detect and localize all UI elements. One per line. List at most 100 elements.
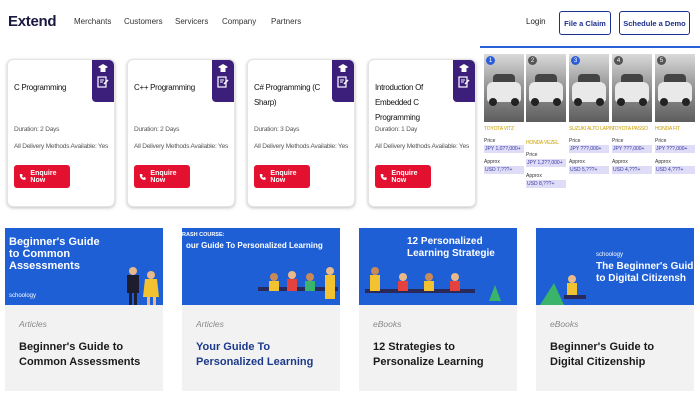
enquire-now-button[interactable]: Enquire Now xyxy=(254,165,310,188)
article-title[interactable]: 12 Strategies to Personalize Learning xyxy=(373,340,513,370)
schoology-logo: schoology xyxy=(596,252,624,258)
car-price-label: Price xyxy=(655,138,667,144)
article-thumbnail[interactable]: schoology The Beginner's Guid to Digital… xyxy=(536,228,694,305)
article-title[interactable]: Beginner's Guide to Digital Citizenship xyxy=(550,340,690,370)
enquire-now-label: Enquire Now xyxy=(150,169,177,184)
course-duration: Duration: 2 Days xyxy=(14,126,60,133)
car-name[interactable]: HONDA VEZEL xyxy=(526,140,566,146)
car-price-label: Price xyxy=(526,152,538,158)
course-duration: Duration: 2 Days xyxy=(134,126,180,133)
car-approx-label: Approx xyxy=(655,159,671,165)
students-illustration xyxy=(258,267,338,299)
car-listing[interactable]: 2 HONDA VEZEL Price JPY 1,2??,000+ Appro… xyxy=(526,54,566,188)
classroom-illustration xyxy=(365,267,501,301)
phone-icon xyxy=(259,173,266,180)
car-listing[interactable]: 1 TOYOTA VITZ Price JPY 1,0??,000+ Appro… xyxy=(484,54,524,174)
car-rank-badge: 2 xyxy=(528,56,537,65)
course-delivery: All Delivery Methods Available: Yes xyxy=(134,143,229,150)
car-price: JPY ???,000+ xyxy=(612,145,652,153)
car-approx-label: Approx xyxy=(484,159,500,165)
certificate-icon xyxy=(217,76,229,88)
course-duration: Duration: 3 Days xyxy=(254,126,300,133)
article-card[interactable]: Beginner's Guide to Common Assessments s… xyxy=(5,228,163,391)
certificate-icon xyxy=(458,76,470,88)
nav-partners[interactable]: Partners xyxy=(271,17,301,26)
graduation-cap-icon xyxy=(98,64,108,72)
course-card[interactable]: C# Programming (C Sharp) Duration: 3 Day… xyxy=(247,59,355,207)
graduation-cap-icon xyxy=(218,64,228,72)
course-delivery: All Delivery Methods Available: Yes xyxy=(375,143,470,150)
article-thumbnail[interactable]: RASH COURSE: our Guide To Personalized L… xyxy=(182,228,340,305)
car-price: JPY ???,000+ xyxy=(655,145,695,153)
digital-citizen-illustration xyxy=(540,275,586,305)
course-icon-tab xyxy=(453,60,475,102)
course-title: Introduction Of Embedded C Programming xyxy=(375,83,423,122)
car-approx-label: Approx xyxy=(526,173,542,179)
car-name[interactable]: HONDA FIT xyxy=(655,126,695,132)
article-type: eBooks xyxy=(373,319,402,329)
article-thumbnail[interactable]: 12 Personalized Learning Strategie xyxy=(359,228,517,305)
course-card[interactable]: C++ Programming Duration: 2 Days All Del… xyxy=(127,59,235,207)
site-header: Extend Merchants Customers Servicers Com… xyxy=(0,0,700,46)
course-delivery: All Delivery Methods Available: Yes xyxy=(254,143,349,150)
car-approx-price: USD 5,???+ xyxy=(569,166,609,174)
car-price-label: Price xyxy=(484,138,496,144)
car-rank-badge: 4 xyxy=(614,56,623,65)
certificate-icon xyxy=(337,76,349,88)
login-link[interactable]: Login xyxy=(526,17,546,26)
graduation-cap-icon xyxy=(459,64,469,72)
car-price: JPY 1,0??,000+ xyxy=(484,145,524,153)
car-name[interactable]: SUZUKI ALTO LAPIN xyxy=(569,126,614,132)
enquire-now-button[interactable]: Enquire Now xyxy=(14,165,70,188)
enquire-now-button[interactable]: Enquire Now xyxy=(134,165,190,188)
phone-icon xyxy=(139,173,146,180)
article-card[interactable]: 12 Personalized Learning Strategie eBook… xyxy=(359,228,517,391)
car-listing-strip: 1 TOYOTA VITZ Price JPY 1,0??,000+ Appro… xyxy=(480,46,700,218)
article-type: Articles xyxy=(196,319,224,329)
enquire-now-button[interactable]: Enquire Now xyxy=(375,165,431,188)
car-name[interactable]: TOYOTA PASSO xyxy=(612,126,652,132)
car-approx-price: USD 7,???+ xyxy=(484,166,524,174)
article-type: Articles xyxy=(19,319,47,329)
car-photo[interactable]: 4 xyxy=(612,54,652,122)
car-approx-label: Approx xyxy=(612,159,628,165)
nav-customers[interactable]: Customers xyxy=(124,17,163,26)
schedule-demo-button[interactable]: Schedule a Demo xyxy=(619,11,690,35)
car-approx-label: Approx xyxy=(569,159,585,165)
car-name[interactable]: TOYOTA VITZ xyxy=(484,126,524,132)
course-icon-tab xyxy=(92,60,114,102)
car-photo[interactable]: 2 xyxy=(526,54,566,122)
nav-merchants[interactable]: Merchants xyxy=(74,17,111,26)
file-claim-button[interactable]: File a Claim xyxy=(559,11,611,35)
article-title[interactable]: Beginner's Guide to Common Assessments xyxy=(19,340,159,370)
car-approx-price: USD 8,???+ xyxy=(526,180,566,188)
course-title: C++ Programming xyxy=(134,83,195,92)
course-card[interactable]: C Programming Duration: 2 Days All Deliv… xyxy=(7,59,115,207)
people-illustration xyxy=(127,267,159,305)
car-listing[interactable]: 3 SUZUKI ALTO LAPIN Price JPY ???,000+ A… xyxy=(569,54,614,174)
car-rank-badge: 5 xyxy=(657,56,666,65)
course-duration: Duration: 1 Day xyxy=(375,126,418,133)
car-approx-price: USD 4,???+ xyxy=(612,166,652,174)
car-listing[interactable]: 5 HONDA FIT Price JPY ???,000+ Approx US… xyxy=(655,54,695,174)
car-listing[interactable]: 4 TOYOTA PASSO Price JPY ???,000+ Approx… xyxy=(612,54,652,174)
article-type: eBooks xyxy=(550,319,579,329)
crash-course-banner: RASH COURSE: xyxy=(182,232,225,238)
car-photo[interactable]: 1 xyxy=(484,54,524,122)
article-card[interactable]: schoology The Beginner's Guid to Digital… xyxy=(536,228,694,391)
nav-company[interactable]: Company xyxy=(222,17,256,26)
phone-icon xyxy=(380,173,387,180)
car-rank-badge: 1 xyxy=(486,56,495,65)
course-icon-tab xyxy=(212,60,234,102)
certificate-icon xyxy=(97,76,109,88)
car-price-label: Price xyxy=(612,138,624,144)
enquire-now-label: Enquire Now xyxy=(391,169,418,184)
car-photo[interactable]: 3 xyxy=(569,54,609,122)
article-thumbnail[interactable]: Beginner's Guide to Common Assessments s… xyxy=(5,228,163,305)
article-card[interactable]: RASH COURSE: our Guide To Personalized L… xyxy=(182,228,340,391)
car-photo[interactable]: 5 xyxy=(655,54,695,122)
article-title[interactable]: Your Guide To Personalized Learning xyxy=(196,340,336,370)
nav-servicers[interactable]: Servicers xyxy=(175,17,208,26)
site-logo[interactable]: Extend xyxy=(8,13,57,30)
course-card[interactable]: Introduction Of Embedded C Programming D… xyxy=(368,59,476,207)
